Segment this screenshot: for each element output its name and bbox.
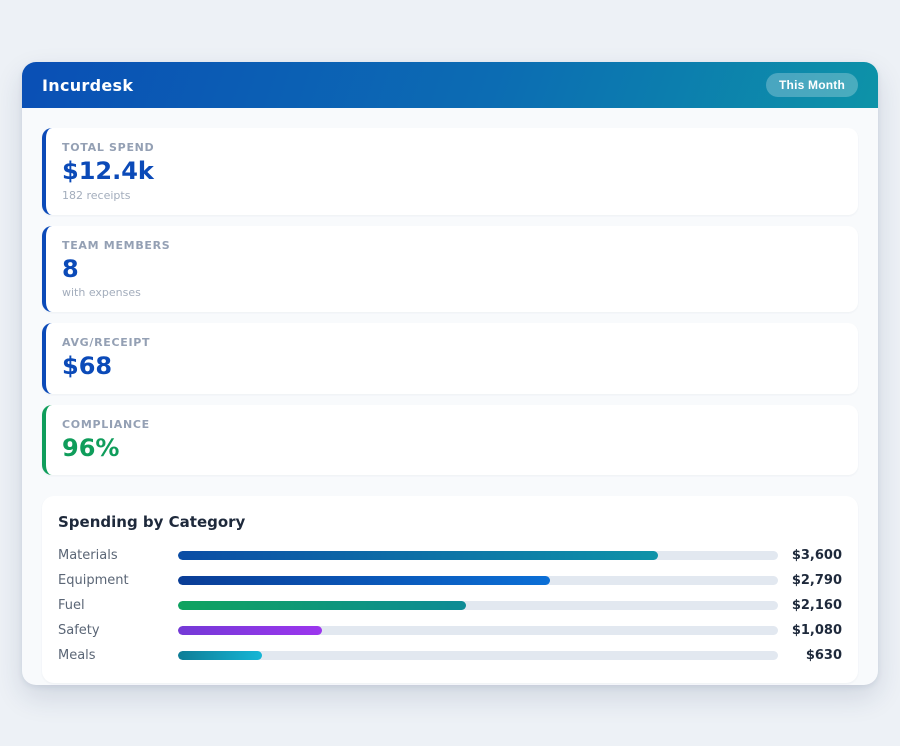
value-label: $1,080: [791, 623, 842, 639]
bar-track: [178, 551, 778, 561]
stat-value: $68: [62, 352, 113, 381]
bar-track: [178, 651, 778, 661]
value-label: $3,600: [791, 548, 842, 564]
stat-card-compliance: COMPLIANCE 96%: [42, 404, 858, 476]
category-label: Materials: [58, 548, 118, 564]
category-label: Equipment: [58, 573, 129, 589]
value-label: $630: [805, 648, 842, 664]
period-badge[interactable]: This Month: [766, 73, 858, 97]
category-label: Fuel: [58, 598, 85, 614]
stat-value: 96%: [62, 433, 120, 462]
stat-subtext: with expenses: [62, 286, 141, 300]
chart-row: Materials $3,600: [58, 543, 842, 568]
bar-fill: [178, 601, 466, 611]
chart-row: Meals $630: [58, 643, 842, 668]
chart-rows: Materials $3,600 Equipment $2,790 Fuel $2,160…: [58, 543, 842, 668]
bar-track: [178, 626, 778, 636]
stat-label: COMPLIANCE: [62, 417, 150, 431]
bar-fill: [178, 651, 262, 661]
spending-by-category-card: Spending by Category Materials $3,600 Equi…: [42, 496, 858, 684]
bar-fill: [178, 576, 550, 586]
chart-row: Equipment $2,790: [58, 568, 842, 593]
bar-track: [178, 601, 778, 611]
chart-title: Spending by Category: [58, 513, 246, 532]
value-label: $2,160: [791, 598, 842, 614]
stat-card-avg-receipt: AVG/RECEIPT $68: [42, 323, 858, 394]
stat-label: TEAM MEMBERS: [62, 238, 171, 252]
app-header: Incurdesk This Month: [22, 62, 878, 108]
bar-fill: [178, 626, 322, 636]
incurdesk-dashboard-panel: Incurdesk This Month TOTAL SPEND $12.4k …: [22, 62, 878, 685]
app-title: Incurdesk: [42, 75, 134, 95]
stat-value: 8: [62, 254, 79, 283]
value-label: $2,790: [791, 573, 842, 589]
stat-subtext: 182 receipts: [62, 188, 131, 202]
stat-value: $12.4k: [62, 157, 154, 185]
category-label: Safety: [58, 623, 100, 639]
category-label: Meals: [58, 648, 96, 664]
bar-track: [178, 576, 778, 586]
stat-card-total-spend: TOTAL SPEND $12.4k 182 receipts: [42, 128, 858, 215]
panel-body: TOTAL SPEND $12.4k 182 receipts TEAM MEM…: [22, 108, 878, 685]
bar-fill: [178, 551, 658, 561]
chart-row: Safety $1,080: [58, 618, 842, 643]
stat-label: TOTAL SPEND: [62, 141, 155, 154]
stat-card-team-members: TEAM MEMBERS 8 with expenses: [42, 225, 858, 313]
stat-label: AVG/RECEIPT: [62, 336, 151, 350]
chart-row: Fuel $2,160: [58, 593, 842, 618]
